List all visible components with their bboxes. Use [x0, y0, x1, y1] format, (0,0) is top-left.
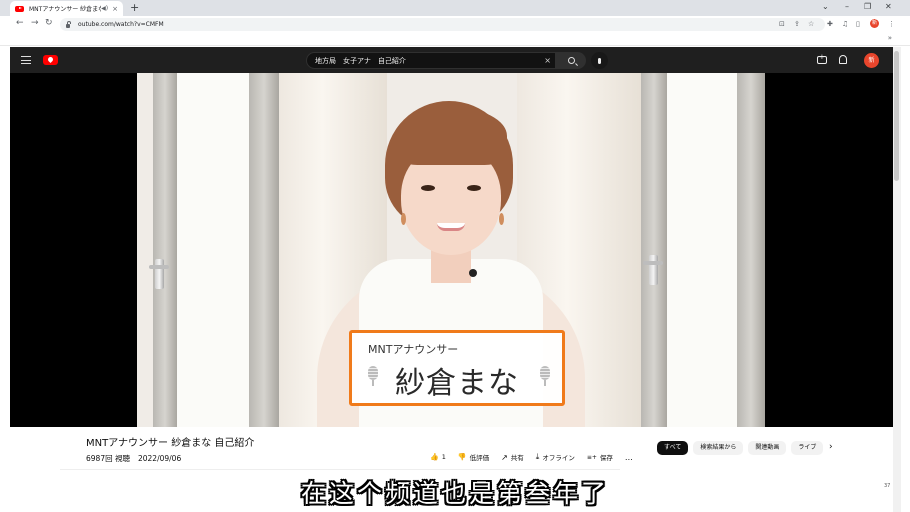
- presenter-eye-left: [421, 185, 435, 191]
- lapel-mic-icon: [469, 269, 477, 277]
- address-bar[interactable]: outube.com/watch?v=CMFM: [60, 18, 825, 31]
- more-icon: …: [624, 452, 633, 462]
- caption-title: MNTアナウンサー: [368, 343, 459, 356]
- chip-all[interactable]: すべて: [657, 441, 689, 455]
- youtube-logo-icon[interactable]: [43, 55, 58, 65]
- browser-tab[interactable]: MNTアナウンサー 紗倉まな ◀) ×: [10, 1, 123, 16]
- dislike-button[interactable]: 👎 低評価: [458, 452, 489, 462]
- corner-label: 37: [884, 483, 891, 489]
- browser-profile-avatar[interactable]: 新: [870, 19, 879, 28]
- scrollbar-thumb[interactable]: [894, 51, 899, 181]
- youtube-masthead: 地方局 女子アナ 自己紹介 × 新: [10, 47, 893, 73]
- screen: { "browser": { "tab": { "title": "MNTアナウ…: [0, 0, 910, 512]
- browser-toolbar: ← → ↻ outube.com/watch?v=CMFM ⊡ ⇪ ☆ ✚ ♫ …: [0, 16, 910, 32]
- like-button[interactable]: 👍 1: [430, 453, 446, 461]
- share-icon[interactable]: ⇪: [794, 19, 800, 29]
- back-button[interactable]: ←: [16, 18, 24, 29]
- share-arrow-icon: ↗: [501, 452, 508, 462]
- notifications-icon[interactable]: [839, 55, 847, 64]
- search-icon: [567, 57, 575, 64]
- tab-title: MNTアナウンサー 紗倉まな: [29, 6, 102, 13]
- playlist-add-icon: ≡+: [586, 453, 597, 461]
- create-video-icon[interactable]: [817, 53, 827, 64]
- chip-from-search[interactable]: 検索結果から: [693, 441, 744, 455]
- lock-icon[interactable]: [66, 21, 71, 28]
- earring-right: [499, 213, 504, 225]
- dislike-label: 低評価: [469, 454, 490, 462]
- menu-icon[interactable]: [21, 56, 31, 64]
- chevron-right-icon[interactable]: ›: [829, 442, 833, 452]
- like-count: 1: [441, 453, 446, 461]
- thumbs-up-icon: 👍: [430, 453, 439, 461]
- new-tab-button[interactable]: +: [130, 2, 139, 14]
- restore-button[interactable]: ❐: [864, 2, 871, 12]
- video-player[interactable]: MNTアナウンサー 紗倉まな: [10, 73, 893, 427]
- save-label: 保存: [599, 454, 613, 462]
- offline-label: オフライン: [542, 454, 575, 462]
- presenter-smile: [437, 223, 465, 231]
- minimize-button[interactable]: –: [845, 2, 849, 12]
- microphone-icon: [598, 57, 601, 64]
- extensions-icon[interactable]: ✚: [827, 19, 833, 29]
- thumbs-down-icon: 👎: [457, 453, 467, 461]
- tab-search-icon[interactable]: ⌄: [822, 2, 829, 12]
- bookmarks-overflow-icon[interactable]: »: [888, 34, 892, 42]
- search-query[interactable]: 地方局 女子アナ 自己紹介: [315, 56, 544, 66]
- search-button[interactable]: [556, 52, 586, 69]
- forward-button[interactable]: →: [31, 18, 39, 29]
- view-count: 6987回 視聴: [86, 454, 130, 463]
- caption-name: 紗倉まな: [395, 366, 519, 401]
- install-icon[interactable]: ⊡: [779, 19, 785, 29]
- account-avatar[interactable]: 新: [864, 53, 879, 68]
- more-actions-button[interactable]: …: [625, 453, 636, 462]
- presenter-bangs: [395, 107, 507, 165]
- chip-related[interactable]: 関連動画: [748, 441, 787, 455]
- media-icon[interactable]: ♫: [842, 19, 848, 29]
- browser-menu-icon[interactable]: ⋮: [888, 19, 895, 29]
- upload-date: 2022/09/06: [137, 454, 182, 463]
- tab-close-icon[interactable]: ×: [112, 5, 118, 13]
- burned-in-subtitle: 在这个频道也是第叁年了: [300, 479, 609, 508]
- page-scrollbar[interactable]: [893, 47, 901, 512]
- video-meta: 6987回 視聴 2022/09/06: [86, 453, 181, 464]
- name-caption-overlay: MNTアナウンサー 紗倉まな: [349, 330, 565, 406]
- youtube-favicon-icon: [15, 5, 24, 12]
- divider: [60, 469, 620, 470]
- chip-live[interactable]: ライブ: [791, 441, 824, 455]
- window-close-button[interactable]: ✕: [885, 2, 892, 12]
- sidepanel-icon[interactable]: ▯: [856, 19, 860, 29]
- search-input[interactable]: 地方局 女子アナ 自己紹介 ×: [306, 52, 556, 69]
- video-frame[interactable]: MNTアナウンサー 紗倉まな: [137, 73, 765, 427]
- star-icon[interactable]: ☆: [808, 19, 814, 29]
- voice-search-button[interactable]: [591, 52, 608, 69]
- save-button[interactable]: ≡+ 保存: [586, 452, 613, 463]
- download-icon: ⤓: [535, 452, 540, 461]
- video-actions: 👍 1 👎 低評価 ↗ 共有 ⤓ オフライン ≡+ 保存 …: [430, 452, 648, 462]
- offline-button[interactable]: ⤓ オフライン: [536, 452, 575, 462]
- microphone-deco-icon: [540, 366, 550, 388]
- related-filter-chips: すべて 検索結果から 関連動画 ライブ: [657, 441, 828, 455]
- earring-left: [401, 213, 406, 225]
- share-button[interactable]: ↗ 共有: [501, 452, 524, 463]
- video-title: MNTアナウンサー 紗倉まな 自己紹介: [86, 438, 255, 449]
- bookmarks-bar: »: [0, 32, 910, 46]
- share-label: 共有: [510, 454, 524, 462]
- speaker-icon[interactable]: ◀): [101, 5, 108, 12]
- tab-strip: MNTアナウンサー 紗倉まな ◀) × + ⌄ – ❐ ✕: [0, 0, 910, 16]
- presenter-eye-right: [467, 185, 481, 191]
- search-clear-icon[interactable]: ×: [544, 56, 551, 65]
- url-text[interactable]: outube.com/watch?v=CMFM: [78, 21, 164, 28]
- reload-button[interactable]: ↻: [45, 18, 53, 29]
